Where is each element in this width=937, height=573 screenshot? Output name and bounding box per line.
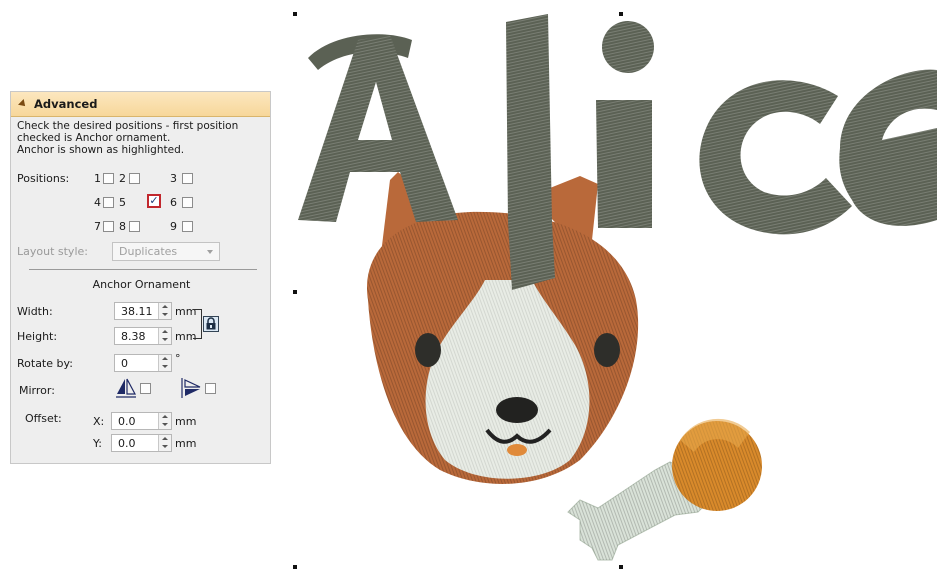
advanced-panel: Advanced Check the desired positions - f…	[10, 91, 271, 464]
mirror-horizontal-icon	[115, 377, 137, 399]
arrow-down-icon	[162, 313, 168, 316]
position-2-label: 2	[119, 172, 126, 185]
arrow-up-icon	[162, 415, 168, 418]
positions-label: Positions:	[17, 172, 70, 185]
arrow-up-icon	[162, 330, 168, 333]
positions-description: Check the desired positions - first posi…	[17, 120, 239, 156]
offset-y-stepper-buttons[interactable]	[158, 435, 171, 451]
offset-x-spinner[interactable]: 0.0	[111, 412, 172, 430]
selection-handle-top-left[interactable]	[293, 12, 297, 16]
rotate-unit: °	[175, 352, 181, 365]
width-spinner[interactable]: 38.11	[114, 302, 172, 320]
layout-style-value: Duplicates	[119, 245, 178, 258]
selection-handle-bottom-center[interactable]	[619, 565, 623, 569]
position-3-label: 3	[170, 172, 177, 185]
position-3-checkbox[interactable]	[182, 173, 193, 184]
offset-x-value: 0.0	[118, 415, 136, 428]
rotate-stepper-buttons[interactable]	[158, 355, 171, 371]
proportion-lock-icon[interactable]	[203, 316, 219, 332]
position-5-checkbox[interactable]: ✓	[147, 194, 161, 208]
layout-style-dropdown[interactable]: Duplicates	[112, 242, 220, 261]
height-label: Height:	[17, 330, 58, 343]
selection-handle-top-center[interactable]	[619, 12, 623, 16]
height-stepper-buttons[interactable]	[158, 328, 171, 344]
height-spinner[interactable]: 8.38	[114, 327, 172, 345]
position-9-checkbox[interactable]	[182, 221, 193, 232]
arrow-up-icon	[162, 437, 168, 440]
rotate-label: Rotate by:	[17, 357, 73, 370]
position-9-label: 9	[170, 220, 177, 233]
width-label: Width:	[17, 305, 53, 318]
position-4-checkbox[interactable]	[103, 197, 114, 208]
mirror-vertical-icon	[180, 377, 202, 399]
offset-y-label: Y:	[93, 437, 102, 450]
offset-y-spinner[interactable]: 0.0	[111, 434, 172, 452]
arrow-up-icon	[162, 357, 168, 360]
offset-x-label: X:	[93, 415, 105, 428]
rotate-spinner[interactable]: 0	[114, 354, 172, 372]
offset-x-stepper-buttons[interactable]	[158, 413, 171, 429]
position-2-checkbox[interactable]	[129, 173, 140, 184]
selection-handle-middle-left[interactable]	[293, 290, 297, 294]
arrow-down-icon	[162, 338, 168, 341]
embroidery-design	[298, 14, 937, 561]
section-divider	[29, 269, 257, 270]
layout-style-label: Layout style:	[17, 245, 88, 258]
advanced-header-title: Advanced	[34, 97, 98, 111]
width-stepper-buttons[interactable]	[158, 303, 171, 319]
position-6-checkbox[interactable]	[182, 197, 193, 208]
dog-face-ornament[interactable]	[366, 172, 639, 484]
offset-y-unit: mm	[175, 437, 197, 450]
rotate-value: 0	[121, 357, 128, 370]
position-7-checkbox[interactable]	[103, 221, 114, 232]
position-8-label: 8	[119, 220, 126, 233]
chevron-down-icon	[207, 250, 213, 254]
lock-bracket	[193, 309, 202, 339]
arrow-down-icon	[162, 365, 168, 368]
arrow-up-icon	[162, 305, 168, 308]
design-canvas[interactable]	[280, 0, 937, 569]
mirror-label: Mirror:	[19, 384, 55, 397]
position-1-label: 1	[94, 172, 101, 185]
offset-label: Offset:	[25, 412, 62, 425]
mirror-vertical-checkbox[interactable]	[205, 383, 216, 394]
height-value: 8.38	[121, 330, 146, 343]
position-1-checkbox[interactable]	[103, 173, 114, 184]
anchor-ornament-title: Anchor Ornament	[92, 278, 191, 291]
position-4-label: 4	[94, 196, 101, 209]
ball-ornament[interactable]	[672, 418, 762, 511]
advanced-section-header[interactable]: Advanced	[11, 92, 270, 117]
position-5-label: 5	[119, 196, 126, 209]
collapse-triangle-icon[interactable]	[18, 99, 28, 109]
offset-y-value: 0.0	[118, 437, 136, 450]
position-6-label: 6	[170, 196, 177, 209]
position-8-checkbox[interactable]	[129, 221, 140, 232]
mirror-horizontal-checkbox[interactable]	[140, 383, 151, 394]
position-7-label: 7	[94, 220, 101, 233]
width-value: 38.11	[121, 305, 153, 318]
selection-handle-bottom-left[interactable]	[293, 565, 297, 569]
offset-x-unit: mm	[175, 415, 197, 428]
arrow-down-icon	[162, 423, 168, 426]
arrow-down-icon	[162, 445, 168, 448]
